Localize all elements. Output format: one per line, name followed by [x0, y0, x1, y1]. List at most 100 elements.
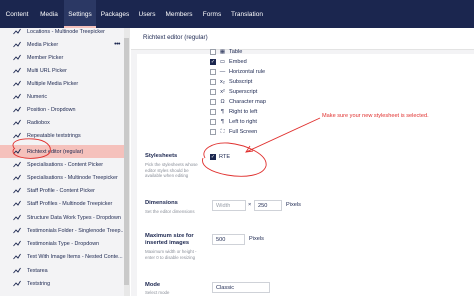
- data-type-icon: [13, 148, 21, 155]
- width-input[interactable]: Width: [212, 200, 246, 211]
- panel-title[interactable]: Richtext editor (regular): [143, 34, 208, 41]
- data-type-icon: [13, 93, 21, 100]
- sidebar-item[interactable]: Specialisations - Content Picker: [0, 158, 124, 171]
- max-size-unit: Pixels: [249, 236, 264, 242]
- mode-desc: Select mode: [145, 290, 170, 295]
- option-horizontal-rule[interactable]: — Horizontal rule: [210, 68, 265, 76]
- sidebar-item[interactable]: Position - Dropdown: [0, 103, 124, 116]
- sidebar-item[interactable]: Media Picker •••: [0, 38, 124, 51]
- tab-users[interactable]: Users: [134, 0, 160, 28]
- sidebar-item[interactable]: Staff Profile - Content Picker: [0, 184, 124, 197]
- data-type-icon: [13, 174, 21, 181]
- tab-translation[interactable]: Translation: [226, 0, 268, 28]
- option-embed[interactable]: ✓ ▭ Embed: [210, 58, 247, 66]
- option-label: RTE: [219, 154, 231, 160]
- sidebar-item-label: Richtext editor (regular): [27, 148, 84, 155]
- sidebar-item[interactable]: Specialisations - Multinode Treepicker: [0, 171, 124, 184]
- fullscreen-icon: ⛶: [220, 128, 225, 135]
- checkbox[interactable]: [210, 119, 216, 125]
- sidebar-item-label: Textstring: [27, 280, 51, 287]
- data-type-icon: [13, 28, 21, 35]
- checkbox[interactable]: [210, 89, 216, 95]
- sidebar-item-selected[interactable]: Richtext editor (regular): [0, 145, 124, 158]
- option-label: Embed: [229, 59, 247, 65]
- sidebar-item-label: Textarea: [27, 267, 48, 274]
- option-right-to-left[interactable]: ¶ Right to left: [210, 108, 257, 116]
- tab-media[interactable]: Media: [34, 0, 64, 28]
- sidebar-scrollbar-thumb[interactable]: [124, 38, 129, 285]
- option-label: Right to left: [229, 109, 258, 115]
- option-character-map[interactable]: Ω Character map: [210, 98, 266, 106]
- tab-content[interactable]: Content: [0, 0, 34, 28]
- height-input[interactable]: 250: [254, 200, 282, 211]
- sidebar-item[interactable]: Textarea: [0, 264, 124, 277]
- sidebar-item[interactable]: Textstring: [0, 277, 124, 290]
- checkbox[interactable]: [210, 109, 216, 115]
- sidebar-item-label: Numeric: [27, 93, 48, 100]
- sidebar-item[interactable]: Testimonials Folder - Singlenode Treep..…: [0, 224, 124, 237]
- dimensions-desc: Set the editor dimensions: [145, 209, 195, 214]
- annotation-note: Make sure your new stylesheet is selecte…: [322, 113, 429, 119]
- ltr-icon: ¶: [221, 119, 224, 125]
- data-type-icon: [13, 267, 21, 274]
- option-label: Table: [229, 49, 243, 55]
- data-type-icon: [13, 187, 21, 194]
- option-subscript[interactable]: x₂ Subscript: [210, 78, 252, 86]
- data-type-icon: [13, 132, 21, 139]
- sidebar-item-label: Position - Dropdown: [27, 106, 76, 113]
- data-type-icon: [13, 41, 21, 48]
- option-table[interactable]: ▦ Table: [210, 48, 242, 56]
- embed-icon: ▭: [219, 59, 226, 65]
- option-label: Subscript: [229, 79, 253, 85]
- tab-settings[interactable]: Settings: [64, 0, 96, 28]
- sidebar-item[interactable]: Text With Image Items - Nested Conte...: [0, 250, 124, 263]
- sidebar-item-label: Radiobox: [27, 119, 50, 126]
- sidebar-item[interactable]: Radiobox: [0, 116, 124, 129]
- data-type-icon: [13, 67, 21, 74]
- top-navigation: Content Media Settings Packages Users Me…: [0, 0, 474, 28]
- sidebar-item[interactable]: Multiple Media Picker: [0, 77, 124, 90]
- option-left-to-right[interactable]: ¶ Left to right: [210, 118, 257, 126]
- sidebar-item-label: Locations - Multinode Treepicker: [27, 28, 105, 35]
- sidebar-item[interactable]: Structure Data Work Types - Dropdown: [0, 211, 124, 224]
- data-type-icon: [13, 240, 21, 247]
- tab-forms[interactable]: Forms: [198, 0, 226, 28]
- checkbox-checked[interactable]: ✓: [210, 59, 216, 65]
- tab-packages[interactable]: Packages: [96, 0, 134, 28]
- option-label: Horizontal rule: [229, 69, 266, 75]
- panel-header: Richtext editor (regular): [131, 28, 474, 50]
- checkbox[interactable]: [210, 99, 216, 105]
- option-label: Full Screen: [229, 129, 258, 135]
- checkbox[interactable]: [210, 129, 216, 135]
- dimensions-unit: Pixels: [286, 202, 301, 208]
- dimensions-label: Dimensions: [145, 200, 178, 206]
- data-type-icon: [13, 80, 21, 87]
- sidebar-item[interactable]: Repeatable textstrings: [0, 129, 124, 142]
- sidebar-item-label: Text With Image Items - Nested Conte...: [27, 253, 123, 260]
- checkbox[interactable]: [210, 49, 216, 55]
- sidebar-item[interactable]: Member Picker: [0, 51, 124, 64]
- sidebar-item-label: Staff Profile - Content Picker: [27, 187, 95, 194]
- sidebar-item[interactable]: Staff Profiles - Multinode Treepicker: [0, 197, 124, 210]
- option-superscript[interactable]: x² Superscript: [210, 88, 257, 96]
- sidebar-item-label: Staff Profiles - Multinode Treepicker: [27, 200, 113, 207]
- option-stylesheet-rte[interactable]: ✓ RTE: [210, 153, 230, 161]
- checkbox[interactable]: [210, 69, 216, 75]
- sidebar-item[interactable]: Locations - Multinode Treepicker: [0, 28, 124, 38]
- checkbox[interactable]: [210, 79, 216, 85]
- sidebar-item-label: Member Picker: [27, 54, 64, 61]
- subscript-icon: x₂: [220, 79, 225, 85]
- data-type-icon: [13, 161, 21, 168]
- checkbox-checked[interactable]: ✓: [210, 154, 216, 160]
- dots-icon[interactable]: •••: [114, 41, 120, 48]
- option-full-screen[interactable]: ⛶ Full Screen: [210, 128, 257, 136]
- mode-select[interactable]: Classic: [212, 282, 270, 293]
- sidebar-item[interactable]: Testimonials Type - Dropdown: [0, 237, 124, 250]
- data-type-icon: [13, 280, 21, 287]
- max-size-input[interactable]: 500: [212, 234, 245, 245]
- rtl-icon: ¶: [221, 109, 224, 115]
- sidebar-item[interactable]: Numeric: [0, 90, 124, 103]
- data-type-icon: [13, 54, 21, 61]
- sidebar-item[interactable]: Multi URL Picker: [0, 64, 124, 77]
- tab-members[interactable]: Members: [160, 0, 198, 28]
